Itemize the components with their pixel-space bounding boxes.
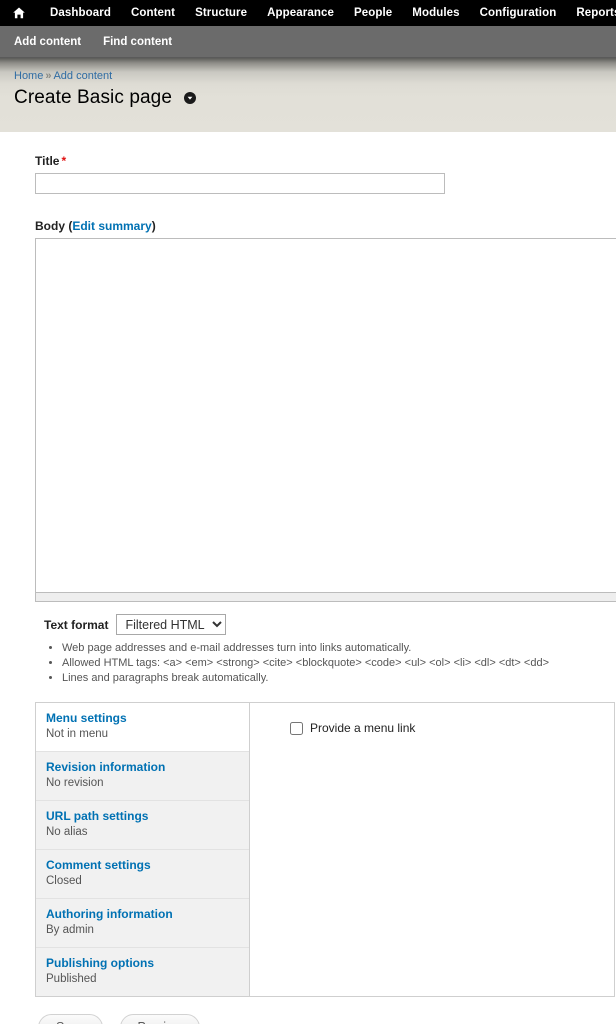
required-marker: * — [61, 154, 67, 168]
shortcut-add-content[interactable]: Add content — [14, 36, 81, 48]
page-header-band: Home» Add content Create Basic page — [0, 58, 616, 132]
vertical-tab-revision-information[interactable]: Revision information No revision — [36, 752, 249, 801]
paren-close: ) — [151, 219, 156, 233]
title-label-text: Title — [35, 154, 60, 168]
text-format-tips: Web page addresses and e-mail addresses … — [44, 641, 616, 686]
title-input[interactable] — [35, 173, 445, 194]
vertical-tab-title: URL path settings — [46, 809, 149, 823]
page-title-row: Create Basic page — [14, 87, 616, 109]
vertical-tab-summary: By admin — [46, 924, 94, 936]
vertical-tab-title: Revision information — [46, 760, 166, 774]
body-label-row: Body (Edit summary) — [0, 219, 616, 233]
vertical-tab-summary: Published — [46, 973, 97, 985]
title-form-item: Title * — [0, 154, 616, 194]
vertical-tab-menu-settings[interactable]: Menu settings Not in menu — [36, 703, 249, 752]
format-tip: Lines and paragraphs break automatically… — [62, 671, 616, 686]
text-format-section: Text format Filtered HTML Web page addre… — [0, 614, 616, 686]
admin-toolbar: Dashboard Content Structure Appearance P… — [0, 0, 616, 26]
title-label: Title * — [35, 154, 616, 168]
vertical-tab-url-path-settings[interactable]: URL path settings No alias — [36, 801, 249, 850]
breadcrumb: Home» Add content — [14, 70, 616, 82]
vertical-tab-pane-menu-settings: Provide a menu link — [250, 703, 614, 996]
toolbar-item-people[interactable]: People — [344, 0, 402, 26]
shortcut-bar: Add content Find content — [0, 26, 616, 58]
home-icon[interactable] — [12, 6, 26, 20]
form-actions: Save Preview — [38, 1014, 616, 1024]
vertical-tab-title: Menu settings — [46, 711, 127, 725]
vertical-tab-title: Authoring information — [46, 907, 173, 921]
vertical-tab-summary: No revision — [46, 777, 104, 789]
edit-summary-link[interactable]: Edit summary — [72, 219, 151, 233]
help-collapse-icon[interactable] — [184, 92, 197, 104]
toolbar-item-content[interactable]: Content — [121, 0, 185, 26]
vertical-tab-publishing-options[interactable]: Publishing options Published — [36, 948, 249, 996]
vertical-tab-summary: No alias — [46, 826, 88, 838]
vertical-tab-summary: Not in menu — [46, 728, 109, 740]
page-title: Create Basic page — [14, 87, 173, 108]
text-format-row: Text format Filtered HTML — [44, 614, 616, 635]
breadcrumb-link-add-content[interactable]: Add content — [53, 70, 112, 82]
toolbar-item-structure[interactable]: Structure — [185, 0, 257, 26]
vertical-tab-title: Comment settings — [46, 858, 151, 872]
shortcut-find-content[interactable]: Find content — [103, 36, 172, 48]
body-textarea[interactable] — [35, 238, 616, 593]
toolbar-item-dashboard[interactable]: Dashboard — [40, 0, 121, 26]
breadcrumb-separator: » — [45, 70, 52, 82]
format-tip: Web page addresses and e-mail addresses … — [62, 641, 616, 656]
vertical-tab-authoring-information[interactable]: Authoring information By admin — [36, 899, 249, 948]
node-create-form: Title * Body (Edit summary) Text format F… — [0, 132, 616, 1024]
vertical-tabs-list: Menu settings Not in menu Revision infor… — [36, 703, 250, 996]
toolbar-item-modules[interactable]: Modules — [402, 0, 469, 26]
text-format-select[interactable]: Filtered HTML — [116, 614, 227, 635]
vertical-tab-summary: Closed — [46, 875, 82, 887]
provide-menu-link-row: Provide a menu link — [290, 721, 614, 735]
body-form-item: Body (Edit summary) — [0, 219, 616, 602]
format-tip: Allowed HTML tags: <a> <em> <strong> <ci… — [62, 656, 616, 671]
toolbar-item-reports[interactable]: Reports — [566, 0, 616, 26]
provide-menu-link-checkbox[interactable] — [290, 721, 303, 735]
body-label: Body (Edit summary) — [35, 219, 616, 233]
breadcrumb-link-home[interactable]: Home — [14, 70, 43, 82]
save-button[interactable]: Save — [38, 1014, 103, 1024]
textarea-resize-grippie[interactable] — [35, 593, 616, 602]
text-format-label: Text format — [44, 617, 109, 632]
toolbar-item-configuration[interactable]: Configuration — [470, 0, 567, 26]
preview-button[interactable]: Preview — [119, 1014, 200, 1024]
body-label-text: Body — [35, 219, 65, 233]
vertical-tab-comment-settings[interactable]: Comment settings Closed — [36, 850, 249, 899]
toolbar-item-appearance[interactable]: Appearance — [257, 0, 344, 26]
vertical-tab-title: Publishing options — [46, 956, 154, 970]
provide-menu-link-label[interactable]: Provide a menu link — [310, 721, 415, 735]
vertical-tabs: Menu settings Not in menu Revision infor… — [35, 702, 615, 997]
